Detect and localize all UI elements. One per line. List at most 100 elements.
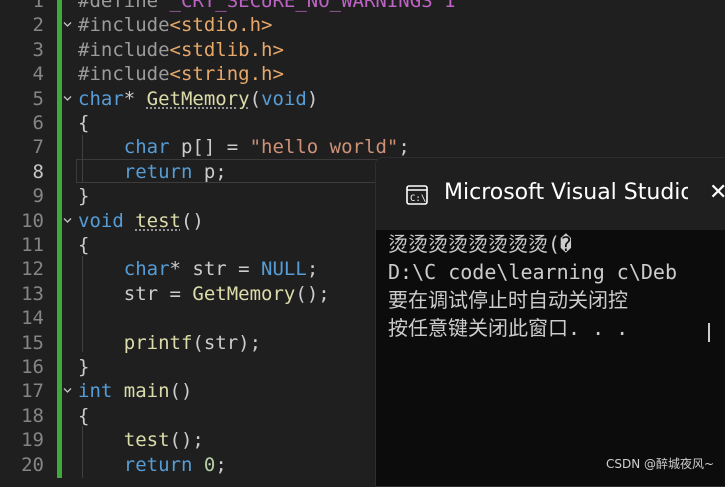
code-text: char* str = NULL; <box>78 257 319 281</box>
code-token: () <box>169 380 193 403</box>
code-text: { <box>78 404 89 428</box>
code-token: <stdio.h> <box>169 14 273 37</box>
code-text: return p; <box>78 160 227 184</box>
code-token: #include <box>78 14 170 37</box>
code-token: NULL <box>261 258 307 281</box>
code-token: #include <box>78 63 170 86</box>
console-window[interactable]: C:\ Microsoft Visual Studio ✕ 烫烫烫烫烫烫烫烫(�… <box>375 157 725 487</box>
line-number: 11 <box>21 234 44 256</box>
code-line[interactable]: 2 #include<stdio.h> <box>0 13 725 37</box>
code-line[interactable]: 5 char* GetMemory(void) <box>0 87 725 111</box>
line-number: 18 <box>21 404 44 427</box>
line-number: 15 <box>21 331 44 354</box>
code-token: { <box>78 234 90 256</box>
code-token: char <box>123 136 170 159</box>
console-title-bar[interactable]: C:\ Microsoft Visual Studio ✕ <box>376 158 725 230</box>
code-token: test <box>135 209 181 232</box>
line-number: 8 <box>32 160 44 183</box>
code-token: char <box>78 87 124 110</box>
code-token: int <box>78 380 113 403</box>
console-title: Microsoft Visual Studio <box>444 180 688 205</box>
code-token: ; <box>215 453 227 476</box>
code-text: } <box>78 184 89 208</box>
code-token: } <box>78 185 90 208</box>
line-number: 6 <box>32 112 44 134</box>
code-token: main <box>123 380 170 403</box>
code-text: { <box>78 111 89 135</box>
code-text: void test() <box>78 209 204 233</box>
code-token: void <box>261 87 307 110</box>
code-token: <stdlib.h> <box>169 38 284 61</box>
code-token: GetMemory <box>192 282 296 305</box>
code-token: str <box>123 282 159 305</box>
line-number: 1 <box>32 0 44 12</box>
code-token: test <box>123 429 170 452</box>
code-token: #define <box>78 0 170 12</box>
code-text: } <box>78 355 89 379</box>
fold-chevron-icon[interactable] <box>63 94 72 103</box>
line-number: 9 <box>32 185 44 208</box>
code-text: str = GetMemory(); <box>78 282 330 306</box>
line-number: 4 <box>32 63 44 86</box>
code-token: return <box>123 160 193 183</box>
code-text: test(); <box>78 428 204 452</box>
line-number: 17 <box>21 380 44 403</box>
line-number: 14 <box>21 307 44 330</box>
console-output-line: 要在调试停止时自动关闭控 <box>388 288 628 312</box>
code-token: #include <box>78 38 170 61</box>
code-token: (); <box>169 429 204 452</box>
code-text: char p[] = "hello world"; <box>78 135 410 159</box>
code-token: GetMemory <box>146 87 250 110</box>
code-line[interactable]: 1 #define _CRT_SECURE_NO_WARNINGS 1 <box>0 0 725 13</box>
code-line[interactable]: 6{ <box>0 111 725 135</box>
fold-chevron-icon[interactable] <box>63 20 72 29</box>
code-token: void <box>78 209 124 232</box>
code-token: { <box>78 112 90 134</box>
code-line[interactable]: 4 #include<string.h> <box>0 62 725 86</box>
code-token: * str = <box>169 258 262 281</box>
code-token: () <box>180 209 204 232</box>
code-text: #define _CRT_SECURE_NO_WARNINGS 1 <box>78 0 456 13</box>
fold-chevron-icon[interactable] <box>63 216 72 225</box>
code-text: printf(str); <box>78 331 261 355</box>
code-text: #include<stdlib.h> <box>78 38 284 62</box>
code-line[interactable]: 3 #include<stdlib.h> <box>0 38 725 62</box>
code-token: (); <box>295 282 330 305</box>
line-number: 3 <box>32 38 44 61</box>
code-token: <string.h> <box>169 63 284 86</box>
line-number: 7 <box>32 136 44 159</box>
code-text: char* GetMemory(void) <box>78 87 318 111</box>
line-number: 12 <box>21 258 44 281</box>
code-token: char <box>123 258 170 281</box>
code-line[interactable]: 7 char p[] = "hello world"; <box>0 135 725 159</box>
code-token: } <box>78 356 90 378</box>
code-token: (str); <box>192 331 262 354</box>
code-token: ; <box>306 258 319 281</box>
code-text: #include<string.h> <box>78 62 284 86</box>
code-token: _CRT_SECURE_NO_WARNINGS 1 <box>169 0 456 12</box>
code-token: ; <box>398 136 410 159</box>
console-output-line: D:\C code\learning c\Deb <box>388 260 677 284</box>
code-token: ) <box>306 87 319 110</box>
line-number: 5 <box>32 87 44 110</box>
code-token: p; <box>192 160 227 183</box>
code-token: { <box>78 404 90 427</box>
close-button[interactable]: ✕ <box>709 180 725 205</box>
fold-chevron-icon[interactable] <box>63 386 72 395</box>
svg-text:C:\: C:\ <box>410 194 426 204</box>
console-app-icon: C:\ <box>406 185 428 205</box>
code-text: return 0; <box>78 453 227 477</box>
code-token: return <box>123 453 193 476</box>
line-number: 2 <box>32 14 44 37</box>
code-token: 0 <box>203 453 216 476</box>
code-token: * <box>123 87 147 110</box>
line-number: 19 <box>21 429 44 452</box>
